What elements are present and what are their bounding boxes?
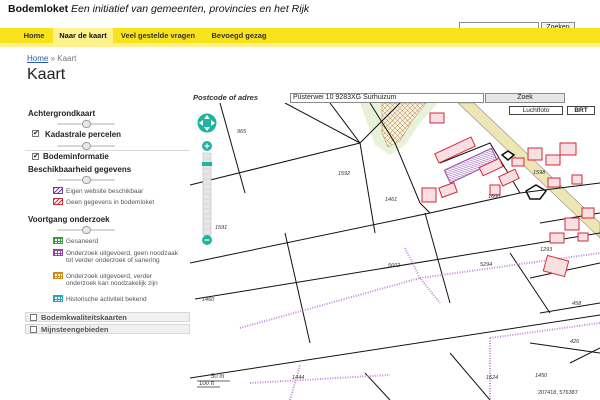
- nav-item-veel-gestelde-vragen[interactable]: Veel gestelde vragen: [117, 28, 199, 43]
- address-search-button[interactable]: Zoek: [485, 93, 565, 103]
- layer-panel: Achtergrondkaart ✔ Kadastrale percelen ✔…: [25, 105, 190, 400]
- bodeminformatie-checkbox[interactable]: ✔: [32, 153, 39, 160]
- site-tagline: Een initiatief van gemeenten, provincies…: [71, 3, 310, 15]
- eigen-website-label: Eigen website beschikbaar: [66, 188, 144, 195]
- beschikbaarheid-heading: Beschikbaarheid gegevens: [28, 165, 132, 174]
- parcel-number: 1450: [535, 373, 548, 379]
- cadastral-map[interactable]: 965 1592 1461 1591 1600 1598 1293 1460 5…: [190, 103, 600, 400]
- bodemkwaliteitskaarten-label: Bodemkwaliteitskaarten: [41, 313, 127, 322]
- gesaneerd-label: Gesaneerd: [66, 238, 99, 245]
- eigen-website-swatch: [53, 187, 63, 194]
- kadastrale-checkbox[interactable]: ✔: [32, 130, 39, 137]
- brt-toggle[interactable]: BRT: [567, 106, 595, 115]
- separator: [25, 150, 190, 151]
- voortgang-heading: Voortgang onderzoek: [28, 215, 110, 224]
- site-name[interactable]: Bodemloket: [8, 3, 68, 15]
- mijnsteengebieden-row[interactable]: Mijnsteengebieden: [25, 324, 190, 334]
- geen-noodzaak-swatch: [53, 249, 63, 256]
- parcel-number: 458: [572, 301, 582, 307]
- breadcrumb: Home » Kaart: [27, 54, 76, 63]
- geen-noodzaak-label: Onderzoek uitgevoerd, geen noodzaak tot …: [66, 250, 179, 264]
- bodemkwaliteitskaarten-checkbox[interactable]: [30, 314, 37, 321]
- geen-gegevens-swatch: [53, 198, 63, 205]
- parcel-number: 5294: [480, 262, 492, 268]
- verder-onderzoek-swatch: [53, 272, 63, 279]
- nav-divider: [0, 43, 600, 47]
- parcel-number: 426: [570, 339, 580, 345]
- historische-activiteit-swatch: [53, 295, 63, 302]
- breadcrumb-current: Kaart: [57, 54, 77, 63]
- header: Bodemloket Een initiatief van gemeenten,…: [0, 0, 600, 33]
- historische-activiteit-label: Historische activiteit bekend: [66, 296, 147, 303]
- parcel-number: 1600: [488, 194, 501, 200]
- parcel-number: 1293: [540, 247, 553, 253]
- luchtfoto-toggle[interactable]: Luchtfoto: [509, 106, 563, 115]
- breadcrumb-separator: »: [50, 54, 56, 63]
- map-viewport[interactable]: 965 1592 1461 1591 1600 1598 1293 1460 5…: [190, 103, 600, 400]
- kadastrale-label: Kadastrale percelen: [45, 130, 122, 139]
- achtergrondkaart-heading: Achtergrondkaart: [28, 109, 96, 118]
- parcel-number: 1591: [215, 225, 227, 231]
- breadcrumb-home-link[interactable]: Home: [27, 54, 48, 63]
- parcel-number: 1460: [202, 297, 215, 303]
- main-navigation: Home Naar de kaart Veel gestelde vragen …: [0, 28, 600, 43]
- scale-feet: 100 ft: [199, 381, 215, 387]
- gesaneerd-swatch: [53, 237, 63, 244]
- parcel-number: 1444: [292, 375, 304, 381]
- achtergrondkaart-slider-thumb[interactable]: [82, 120, 91, 128]
- address-search-input[interactable]: Püsterwei 10 9283XG Surhuizum: [290, 93, 484, 103]
- scale-meters: 50 m: [211, 374, 225, 380]
- parcel-number: 1592: [338, 171, 350, 177]
- parcel-number: 965: [237, 129, 247, 135]
- bodeminformatie-label: Bodeminformatie: [43, 152, 109, 161]
- bodemkwaliteitskaarten-row[interactable]: Bodemkwaliteitskaarten: [25, 312, 190, 322]
- parcel-number: 5602: [388, 263, 400, 269]
- kadastrale-slider-thumb[interactable]: [82, 142, 91, 150]
- parcel-number: 1461: [385, 197, 397, 203]
- voortgang-slider-thumb[interactable]: [82, 226, 91, 234]
- mijnsteengebieden-checkbox[interactable]: [30, 326, 37, 333]
- mijnsteengebieden-label: Mijnsteengebieden: [41, 325, 109, 334]
- nav-item-naar-de-kaart[interactable]: Naar de kaart: [53, 28, 113, 43]
- parcel-number: 1598: [533, 170, 546, 176]
- site-title: Bodemloket Een initiatief van gemeenten,…: [8, 3, 309, 15]
- map-coordinates: 207418, 576387: [538, 390, 578, 396]
- nav-item-bevoegd-gezag[interactable]: Bevoegd gezag: [200, 28, 278, 43]
- zoom-slider-thumb[interactable]: [202, 162, 212, 166]
- beschikbaarheid-slider-thumb[interactable]: [82, 176, 91, 184]
- page-title: Kaart: [27, 66, 66, 83]
- map-search-label: Postcode of adres: [193, 93, 259, 102]
- nav-item-home[interactable]: Home: [14, 28, 54, 43]
- parcel-number: 1624: [486, 375, 498, 381]
- verder-onderzoek-label: Onderzoek uitgevoerd, verder onderzoek k…: [66, 273, 158, 287]
- geen-gegevens-label: Geen gegevens in bodemloket: [66, 199, 155, 206]
